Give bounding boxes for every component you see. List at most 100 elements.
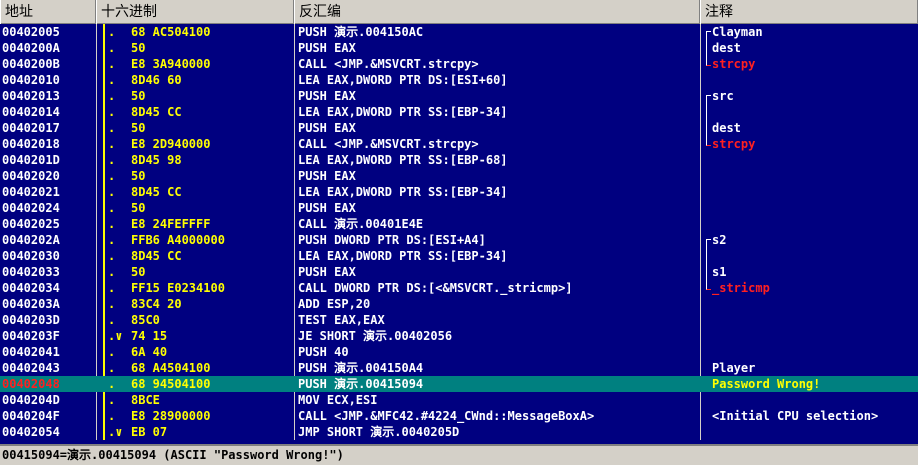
row-address: 0040202A xyxy=(2,233,60,247)
row-comment: strcpy xyxy=(712,57,756,71)
row-marker: .∨ xyxy=(108,329,123,343)
row-hex: 74 15 xyxy=(131,329,168,343)
row-address: 00402014 xyxy=(2,105,60,119)
table-row[interactable]: 00402010. 8D46 60 LEA EAX,DWORD PTR DS:[ES… xyxy=(0,72,918,88)
row-hex: 85C0 xyxy=(131,313,160,327)
header-address[interactable]: 地址 xyxy=(0,0,96,24)
row-marker: .∨ xyxy=(108,425,123,439)
table-row[interactable]: 0040200B. E8 3A940000 CALL <JMP.&MSVCRT.st… xyxy=(0,56,918,72)
table-row[interactable]: 00402030. 8D45 CC LEA EAX,DWORD PTR SS:[EB… xyxy=(0,248,918,264)
table-row[interactable]: 00402018. E8 2D940000 CALL <JMP.&MSVCRT.st… xyxy=(0,136,918,152)
header-disassembly[interactable]: 反汇编 xyxy=(294,0,700,24)
row-marker: . xyxy=(108,409,116,423)
row-address: 0040203A xyxy=(2,297,60,311)
row-marker: . xyxy=(108,217,116,231)
row-hex: 8D46 60 xyxy=(131,73,182,87)
table-row[interactable]: 00402048. 68 94504100 PUSH 演示.00415094 Pass… xyxy=(0,376,918,392)
row-disassembly: PUSH EAX xyxy=(298,121,356,135)
table-row[interactable]: 0040202A. FFB6 A4000000 PUSH DWORD PTR DS:… xyxy=(0,232,918,248)
row-comment xyxy=(712,312,916,328)
row-marker: . xyxy=(108,313,116,327)
cpu-disassembly-window: 地址 十六进制 反汇编 注释 00402005. 68 AC504100 PUSH … xyxy=(0,0,918,465)
table-row[interactable]: 0040203A. 83C4 20 ADD ESP,20 xyxy=(0,296,918,312)
row-disassembly: CALL <JMP.&MFC42.#4224_CWnd::MessageBoxA… xyxy=(298,409,595,423)
table-row[interactable]: 0040200A. 50 PUSH EAX dest xyxy=(0,40,918,56)
table-row[interactable]: 00402041. 6A 40 PUSH 40 xyxy=(0,344,918,360)
table-row[interactable]: 00402025. E8 24FEFFFF CALL 演示.00401E4E xyxy=(0,216,918,232)
row-address: 00402025 xyxy=(2,217,60,231)
row-disassembly: LEA EAX,DWORD PTR SS:[EBP-34] xyxy=(298,185,508,199)
table-row[interactable]: 0040203D. 85C0 TEST EAX,EAX xyxy=(0,312,918,328)
row-address: 0040201D xyxy=(2,153,60,167)
table-row[interactable]: 0040204D. 8BCE MOV ECX,ESI xyxy=(0,392,918,408)
table-row[interactable]: 00402013. 50 PUSH EAX src xyxy=(0,88,918,104)
table-row[interactable]: 0040203F .∨ 74 15 JE SHORT 演示.00402056 xyxy=(0,328,918,344)
table-row[interactable]: 00402054 .∨ EB 07 JMP SHORT 演示.0040205D xyxy=(0,424,918,440)
row-comment: dest xyxy=(712,121,741,135)
row-hex: 8D45 98 xyxy=(131,153,182,167)
row-hex: 8D45 CC xyxy=(131,105,182,119)
row-disassembly: PUSH 演示.00415094 xyxy=(298,377,424,391)
row-hex: 50 xyxy=(131,121,146,135)
row-marker: . xyxy=(108,41,116,55)
row-disassembly: LEA EAX,DWORD PTR SS:[EBP-68] xyxy=(298,153,508,167)
row-marker: . xyxy=(108,297,116,311)
row-disassembly: PUSH EAX xyxy=(298,89,356,103)
table-row[interactable]: 00402014. 8D45 CC LEA EAX,DWORD PTR SS:[EB… xyxy=(0,104,918,120)
row-hex: 8D45 CC xyxy=(131,249,182,263)
row-comment xyxy=(712,248,916,264)
row-comment xyxy=(712,104,916,120)
row-comment xyxy=(712,296,916,312)
row-comment xyxy=(712,184,916,200)
row-marker: . xyxy=(108,57,116,71)
row-comment: src xyxy=(712,89,734,103)
row-marker: . xyxy=(108,185,116,199)
row-disassembly: PUSH DWORD PTR DS:[ESI+A4] xyxy=(298,233,486,247)
row-comment: Clayman xyxy=(712,25,763,39)
disassembly-listing[interactable]: 00402005. 68 AC504100 PUSH 演示.004150AC Clay… xyxy=(0,24,918,440)
row-disassembly: PUSH EAX xyxy=(298,41,356,55)
row-comment xyxy=(712,344,916,360)
row-disassembly: TEST EAX,EAX xyxy=(298,313,385,327)
table-row[interactable]: 00402043. 68 A4504100 PUSH 演示.004150A4 Play… xyxy=(0,360,918,376)
row-hex: FF15 E0234100 xyxy=(131,281,225,295)
row-marker: . xyxy=(108,169,116,183)
row-hex: 8D45 CC xyxy=(131,185,182,199)
row-hex: E8 2D940000 xyxy=(131,137,211,151)
table-row[interactable]: 00402033. 50 PUSH EAX s1 xyxy=(0,264,918,280)
row-address: 00402024 xyxy=(2,201,60,215)
row-marker: . xyxy=(108,249,116,263)
row-comment xyxy=(712,216,916,232)
row-marker: . xyxy=(108,345,116,359)
row-hex: 68 A4504100 xyxy=(131,361,211,375)
call-bracket xyxy=(706,95,711,146)
row-address: 00402021 xyxy=(2,185,60,199)
row-hex: 50 xyxy=(131,201,146,215)
table-row[interactable]: 0040204F. E8 28900000 CALL <JMP.&MFC42.#42… xyxy=(0,408,918,424)
row-hex: 68 AC504100 xyxy=(131,25,211,39)
table-row[interactable]: 00402020. 50 PUSH EAX xyxy=(0,168,918,184)
table-row[interactable]: 0040201D. 8D45 98 LEA EAX,DWORD PTR SS:[EB… xyxy=(0,152,918,168)
table-row[interactable]: 00402017. 50 PUSH EAX dest xyxy=(0,120,918,136)
row-address: 00402030 xyxy=(2,249,60,263)
call-bracket xyxy=(706,31,711,66)
row-address: 00402034 xyxy=(2,281,60,295)
table-row[interactable]: 00402005. 68 AC504100 PUSH 演示.004150AC Clay… xyxy=(0,24,918,40)
header-comment[interactable]: 注释 xyxy=(700,0,918,24)
table-row[interactable]: 00402024. 50 PUSH EAX xyxy=(0,200,918,216)
row-marker: . xyxy=(108,73,116,87)
header-hex[interactable]: 十六进制 xyxy=(96,0,294,24)
row-disassembly: CALL 演示.00401E4E xyxy=(298,217,424,231)
row-disassembly: CALL <JMP.&MSVCRT.strcpy> xyxy=(298,57,479,71)
info-pane-text: 00415094=演示.00415094 (ASCII "Password Wr… xyxy=(2,448,344,462)
info-pane[interactable]: 00415094=演示.00415094 (ASCII "Password Wr… xyxy=(0,444,918,465)
table-row[interactable]: 00402034. FF15 E0234100 CALL DWORD PTR DS:… xyxy=(0,280,918,296)
table-row[interactable]: 00402021. 8D45 CC LEA EAX,DWORD PTR SS:[EB… xyxy=(0,184,918,200)
row-marker: . xyxy=(108,233,116,247)
row-disassembly: PUSH EAX xyxy=(298,201,356,215)
row-disassembly: JMP SHORT 演示.0040205D xyxy=(298,425,460,439)
row-comment xyxy=(712,424,916,440)
row-address: 0040204F xyxy=(2,409,60,423)
row-disassembly: CALL DWORD PTR DS:[<&MSVCRT._stricmp>] xyxy=(298,281,573,295)
row-marker: . xyxy=(108,121,116,135)
